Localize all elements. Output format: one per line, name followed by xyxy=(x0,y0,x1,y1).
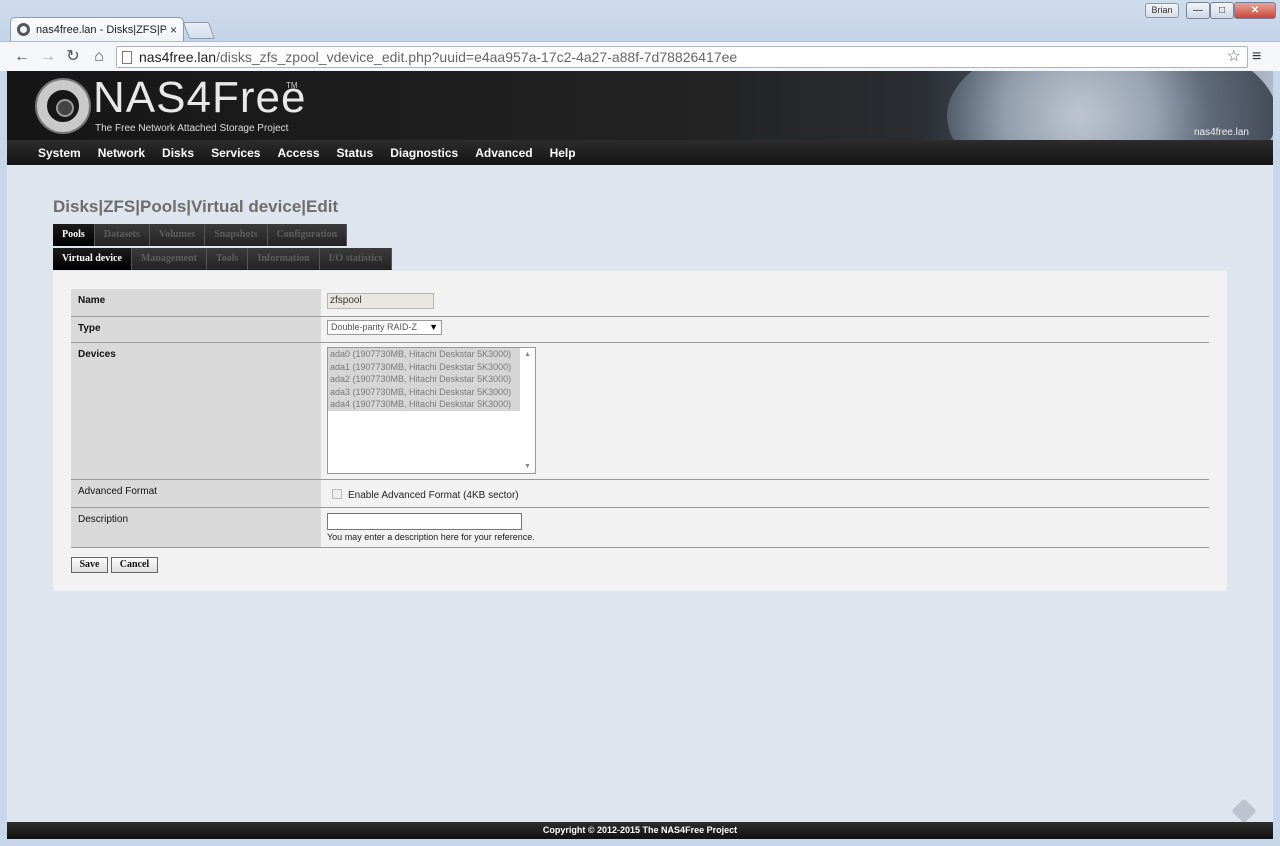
name-label: Name xyxy=(71,289,321,316)
form-panel: Name zfspool Type Double-parity RAID-Z ▼… xyxy=(53,271,1227,591)
nav-system[interactable]: System xyxy=(38,146,81,160)
nav-access[interactable]: Access xyxy=(277,146,319,160)
tab-io-statistics[interactable]: I/O statistics xyxy=(319,248,393,270)
tab-virtual-device[interactable]: Virtual device xyxy=(53,248,132,270)
window-frame-bottom xyxy=(0,839,1280,846)
listbox-scrollbar[interactable]: ▲ ▼ xyxy=(521,349,534,472)
brand-tagline: The Free Network Attached Storage Projec… xyxy=(95,123,289,134)
minimize-button[interactable]: — xyxy=(1186,2,1210,19)
device-option[interactable]: ada4 (1907730MB, Hitachi Deskstar 5K3000… xyxy=(328,398,520,411)
home-icon[interactable]: ⌂ xyxy=(89,47,109,67)
advanced-format-checkbox-label: Enable Advanced Format (4KB sector) xyxy=(348,490,519,501)
tab-information[interactable]: Information xyxy=(248,248,320,270)
new-tab-button[interactable] xyxy=(182,22,216,39)
address-bar[interactable]: nas4free.lan/disks_zfs_zpool_vdevice_edi… xyxy=(116,46,1248,68)
nav-network[interactable]: Network xyxy=(98,146,145,160)
tab-title: nas4free.lan - Disks|ZFS|Pc xyxy=(36,23,166,36)
forward-arrow-icon[interactable]: → xyxy=(38,47,58,67)
description-hint: You may enter a description here for you… xyxy=(327,532,535,542)
type-row: Type Double-parity RAID-Z ▼ xyxy=(71,317,1209,343)
advanced-format-label: Advanced Format xyxy=(71,480,321,507)
page-icon xyxy=(122,51,132,64)
device-option[interactable]: ada1 (1907730MB, Hitachi Deskstar 5K3000… xyxy=(328,360,520,373)
device-option[interactable]: ada3 (1907730MB, Hitachi Deskstar 5K3000… xyxy=(328,385,520,398)
browser-toolbar: ← → ↻ ⌂ nas4free.lan/disks_zfs_zpool_vde… xyxy=(0,41,1280,71)
type-label: Type xyxy=(71,317,321,342)
site-header: NAS4Free TM The Free Network Attached St… xyxy=(7,71,1273,140)
nav-help[interactable]: Help xyxy=(550,146,576,160)
name-input[interactable]: zfspool xyxy=(327,293,434,309)
window-frame-right xyxy=(1273,71,1280,839)
profile-button[interactable]: Brian xyxy=(1145,3,1179,18)
url-host: nas4free.lan xyxy=(139,49,217,65)
type-select[interactable]: Double-parity RAID-Z ▼ xyxy=(327,320,442,335)
browser-tab[interactable]: nas4free.lan - Disks|ZFS|Pc × xyxy=(10,17,184,41)
devices-label: Devices xyxy=(71,343,321,479)
tab-snapshots[interactable]: Snapshots xyxy=(205,224,268,246)
type-select-value: Double-parity RAID-Z xyxy=(331,322,418,332)
nas4free-logo-icon xyxy=(37,80,89,132)
device-option[interactable]: ada0 (1907730MB, Hitachi Deskstar 5K3000… xyxy=(328,348,520,361)
bookmark-star-icon[interactable]: ☆ xyxy=(1227,47,1241,67)
cancel-button[interactable]: Cancel xyxy=(111,557,158,573)
advanced-format-checkbox[interactable] xyxy=(332,489,342,499)
description-row: Description You may enter a description … xyxy=(71,508,1209,548)
browser-menu-icon[interactable]: ≡ xyxy=(1252,48,1261,66)
tab-tools[interactable]: Tools xyxy=(207,248,249,270)
corner-widget-icon[interactable] xyxy=(1231,798,1257,824)
tab-row-secondary: Virtual device Management Tools Informat… xyxy=(53,248,393,270)
nav-advanced[interactable]: Advanced xyxy=(475,146,532,160)
tab-favicon-icon xyxy=(17,23,30,36)
page-title: Disks|ZFS|Pools|Virtual device|Edit xyxy=(53,197,339,216)
name-row: Name zfspool xyxy=(71,289,1209,317)
maximize-button[interactable]: □ xyxy=(1210,2,1234,19)
tab-configuration[interactable]: Configuration xyxy=(267,224,348,246)
tab-management[interactable]: Management xyxy=(131,248,208,270)
tab-row-primary: Pools Datasets Volumes Snapshots Configu… xyxy=(53,224,348,246)
tab-volumes[interactable]: Volumes xyxy=(149,224,206,246)
main-nav: System Network Disks Services Access Sta… xyxy=(7,140,1273,165)
tab-close-icon[interactable]: × xyxy=(170,23,177,37)
hostname: nas4free.lan xyxy=(1193,127,1249,138)
nav-services[interactable]: Services xyxy=(211,146,260,160)
window-frame-left xyxy=(0,71,7,839)
main-content: Disks|ZFS|Pools|Virtual device|Edit Pool… xyxy=(7,165,1273,824)
url-path: /disks_zfs_zpool_vdevice_edit.php?uuid=e… xyxy=(216,49,738,65)
browser-chrome: nas4free.lan - Disks|ZFS|Pc × Brian — □ … xyxy=(0,0,1280,71)
back-arrow-icon[interactable]: ← xyxy=(12,47,32,67)
nav-status[interactable]: Status xyxy=(337,146,374,160)
description-input[interactable] xyxy=(327,513,522,530)
dropdown-arrow-icon: ▼ xyxy=(429,322,438,332)
scroll-up-icon[interactable]: ▲ xyxy=(524,351,531,358)
page-footer: Copyright © 2012-2015 The NAS4Free Proje… xyxy=(7,822,1273,839)
brand-name: NAS4Free xyxy=(93,73,307,122)
devices-row: Devices ada0 (1907730MB, Hitachi Desksta… xyxy=(71,343,1209,480)
tab-pools[interactable]: Pools xyxy=(53,224,95,246)
reload-icon[interactable]: ↻ xyxy=(63,47,83,67)
description-label: Description xyxy=(71,508,321,547)
devices-listbox[interactable]: ada0 (1907730MB, Hitachi Deskstar 5K3000… xyxy=(327,347,536,474)
device-option[interactable]: ada2 (1907730MB, Hitachi Deskstar 5K3000… xyxy=(328,373,520,386)
scroll-down-icon[interactable]: ▼ xyxy=(524,463,531,470)
save-button[interactable]: Save xyxy=(71,557,108,573)
advanced-format-row: Advanced Format Enable Advanced Format (… xyxy=(71,480,1209,508)
tab-datasets[interactable]: Datasets xyxy=(94,224,150,246)
nav-disks[interactable]: Disks xyxy=(162,146,194,160)
window-close-button[interactable]: ✕ xyxy=(1234,2,1276,19)
trademark: TM xyxy=(286,81,298,90)
nav-diagnostics[interactable]: Diagnostics xyxy=(390,146,458,160)
